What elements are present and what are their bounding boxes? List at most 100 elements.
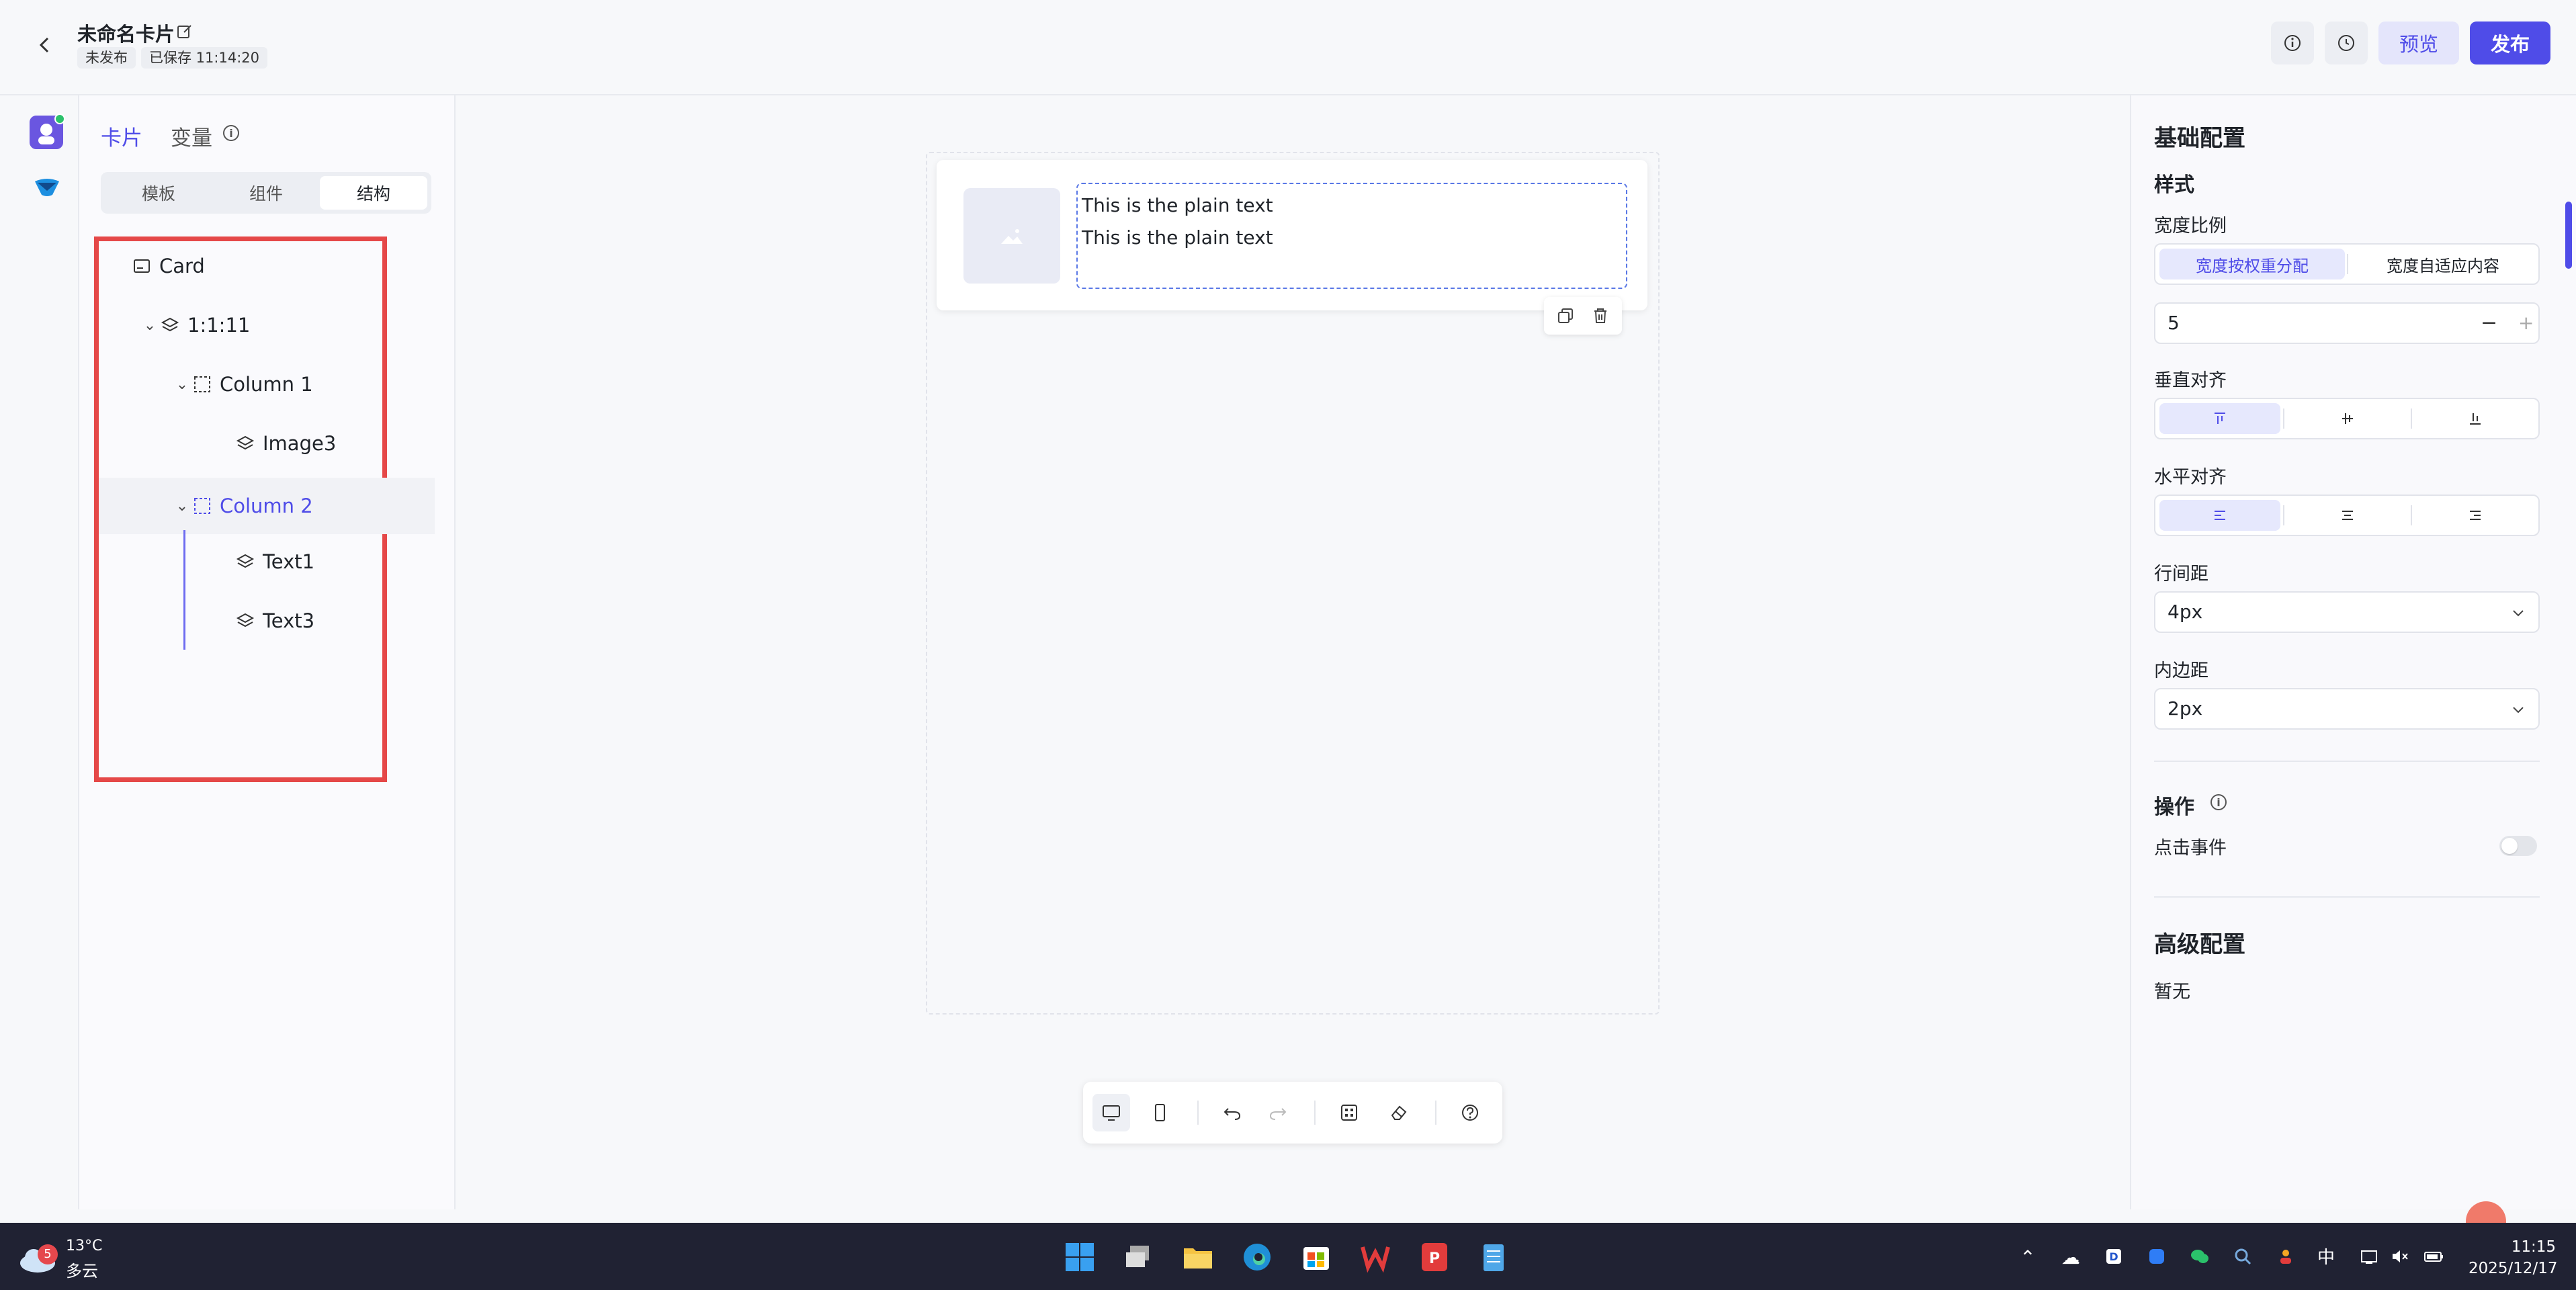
click-event-toggle[interactable] xyxy=(2499,836,2537,856)
column-2-selected[interactable]: This is the plain text This is the plain… xyxy=(1076,183,1627,289)
tray-app-blue-icon[interactable] xyxy=(2146,1247,2167,1268)
pdf-app-icon[interactable]: P xyxy=(1416,1239,1453,1275)
click-event-label: 点击事件 xyxy=(2154,838,2227,859)
redo-button[interactable] xyxy=(1259,1094,1297,1131)
line-spacing-select[interactable]: 4px xyxy=(2154,591,2540,633)
increment-icon[interactable]: + xyxy=(2518,304,2534,343)
image-icon xyxy=(1001,229,1023,244)
ime-indicator[interactable]: 中 xyxy=(2315,1247,2337,1268)
align-center-option[interactable] xyxy=(2287,500,2408,531)
element-toolbar xyxy=(1544,297,1622,335)
tree-guide-line xyxy=(183,530,185,650)
history-button[interactable] xyxy=(2325,22,2368,64)
undo-button[interactable] xyxy=(1213,1094,1251,1131)
preview-button[interactable]: 预览 xyxy=(2378,22,2459,64)
clock-time: 11:15 xyxy=(2511,1238,2556,1256)
clock-icon xyxy=(2338,35,2354,51)
chevron-down-icon[interactable]: ⌄ xyxy=(171,376,193,393)
task-view-icon[interactable] xyxy=(1121,1239,1157,1275)
action-title: 操作 xyxy=(2154,796,2194,819)
tray-expand-icon[interactable]: ⌃ xyxy=(2017,1247,2038,1268)
volume-muted-icon[interactable] xyxy=(2389,1247,2411,1268)
eraser-button[interactable] xyxy=(1380,1094,1418,1131)
tray-app-search-icon[interactable] xyxy=(2232,1247,2253,1268)
image-placeholder[interactable] xyxy=(963,188,1060,284)
variables-info-icon[interactable]: i xyxy=(223,125,239,141)
column-icon xyxy=(194,376,210,392)
weight-stepper[interactable]: 5 − + xyxy=(2154,302,2540,344)
network-icon[interactable] xyxy=(2358,1247,2380,1268)
tree-node-card[interactable]: Card xyxy=(132,245,535,287)
chevron-down-icon[interactable]: ⌄ xyxy=(139,317,161,334)
line-spacing-value: 4px xyxy=(2167,601,2203,623)
tab-card[interactable]: 卡片 xyxy=(101,121,142,151)
tray-app-person-icon[interactable] xyxy=(2275,1247,2296,1268)
align-right-option[interactable] xyxy=(2415,500,2536,531)
edge-browser-icon[interactable] xyxy=(1239,1239,1275,1275)
toolbar-divider xyxy=(1435,1101,1436,1125)
windows-start-icon[interactable] xyxy=(1062,1239,1098,1275)
align-top-option[interactable] xyxy=(2159,403,2280,434)
desktop-view-button[interactable] xyxy=(1092,1094,1130,1131)
action-info-icon[interactable]: i xyxy=(2210,794,2227,810)
width-ratio-segment: 宽度按权重分配 宽度自适应内容 xyxy=(2154,243,2540,285)
wps-icon[interactable] xyxy=(1357,1239,1393,1275)
layers-icon xyxy=(236,554,255,568)
scrollbar[interactable] xyxy=(2565,202,2572,269)
info-button[interactable] xyxy=(2271,22,2314,64)
back-arrow-icon[interactable] xyxy=(34,34,56,56)
mobile-view-button[interactable] xyxy=(1141,1094,1178,1131)
style-title: 样式 xyxy=(2154,173,2194,197)
delete-icon[interactable] xyxy=(1591,306,1610,325)
segment-components[interactable]: 组件 xyxy=(212,176,320,210)
tree-node-label: Column 2 xyxy=(220,494,313,517)
width-auto-option[interactable]: 宽度自适应内容 xyxy=(2350,249,2536,280)
weight-value[interactable]: 5 xyxy=(2167,312,2180,334)
chevron-down-icon[interactable]: ⌄ xyxy=(171,498,193,515)
align-bottom-option[interactable] xyxy=(2415,403,2536,434)
taskbar-clock[interactable]: 11:15 2025/12/17 xyxy=(2468,1236,2558,1279)
grid-button[interactable] xyxy=(1330,1094,1368,1131)
align-bottom-icon xyxy=(2470,413,2481,425)
align-middle-option[interactable] xyxy=(2287,403,2408,434)
segment-templates[interactable]: 模板 xyxy=(105,176,212,210)
line-spacing-label: 行间距 xyxy=(2154,564,2208,585)
tab-variables[interactable]: 变量 xyxy=(171,121,212,151)
battery-icon[interactable] xyxy=(2423,1247,2444,1268)
tray-app-d-icon[interactable]: D xyxy=(2103,1247,2124,1268)
avatar[interactable] xyxy=(30,114,65,149)
saved-badge: 已保存 11:14:20 xyxy=(141,47,267,69)
file-explorer-icon[interactable] xyxy=(1180,1239,1216,1275)
padding-select[interactable]: 2px xyxy=(2154,688,2540,730)
tree-node-column-1[interactable]: ⌄ Column 1 xyxy=(171,363,574,405)
publish-button[interactable]: 发布 xyxy=(2470,22,2550,64)
plain-text-1[interactable]: This is the plain text xyxy=(1082,189,1622,222)
onedrive-icon[interactable]: ☁ xyxy=(2060,1247,2081,1268)
help-button[interactable] xyxy=(1451,1094,1489,1131)
tree-node-column-2[interactable]: ⌄ Column 2 xyxy=(99,478,435,534)
notepad-icon[interactable] xyxy=(1475,1239,1512,1275)
width-by-weight-option[interactable]: 宽度按权重分配 xyxy=(2159,249,2345,280)
card-preview[interactable]: This is the plain text This is the plain… xyxy=(937,160,1647,310)
tree-node-text1[interactable]: Text1 xyxy=(236,541,639,583)
temperature: 13°C xyxy=(66,1238,103,1254)
toggle-knob xyxy=(2501,838,2518,854)
tree-node-columns[interactable]: ⌄ 1:1:11 xyxy=(139,304,542,346)
help-icon xyxy=(1462,1105,1478,1121)
info-icon xyxy=(2284,35,2301,51)
tree-node-text3[interactable]: Text3 xyxy=(236,600,639,642)
tree-node-image3[interactable]: Image3 xyxy=(236,423,639,464)
align-left-option[interactable] xyxy=(2159,500,2280,531)
store-icon[interactable] xyxy=(1298,1239,1334,1275)
toolbar-divider xyxy=(1314,1101,1316,1125)
eraser-icon xyxy=(1391,1105,1407,1120)
decrement-icon[interactable]: − xyxy=(2481,304,2497,343)
duplicate-icon[interactable] xyxy=(1556,306,1575,325)
advanced-empty-text: 暂无 xyxy=(2154,982,2190,1002)
card-icon xyxy=(134,259,150,273)
app-logo-icon[interactable] xyxy=(32,175,62,199)
plain-text-2[interactable]: This is the plain text xyxy=(1082,222,1622,254)
edit-icon[interactable] xyxy=(176,23,194,40)
segment-structure[interactable]: 结构 xyxy=(320,176,427,210)
wechat-icon[interactable] xyxy=(2189,1247,2210,1268)
